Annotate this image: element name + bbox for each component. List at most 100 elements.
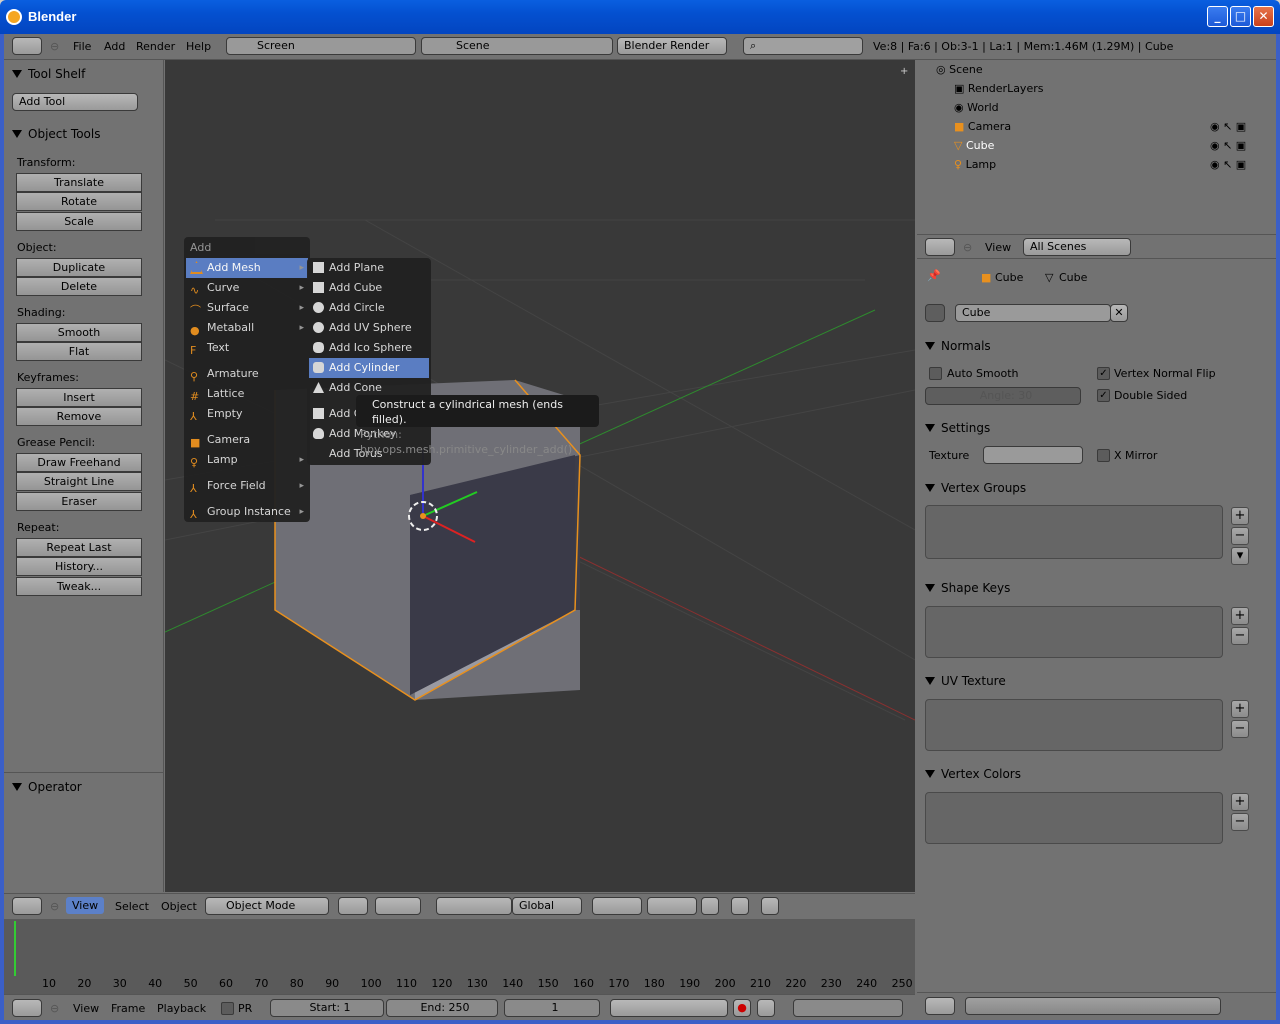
minimize-button[interactable]: _ (1207, 6, 1228, 27)
remove-vertex-group-button[interactable]: − (1231, 527, 1249, 545)
timeline-menu-view[interactable]: View (73, 1002, 99, 1015)
editor-type-outliner-icon[interactable] (925, 238, 955, 256)
menu-item-surface[interactable]: ⌒ Surface ▸ (186, 298, 308, 318)
view3d-menu-select[interactable]: Select (115, 900, 149, 913)
screen-selector[interactable]: Screen (226, 37, 416, 55)
submenu-add-plane[interactable]: Add Plane (309, 258, 429, 278)
search-input[interactable]: ⌕ (743, 37, 863, 55)
scale-button[interactable]: Scale (16, 212, 142, 231)
translate-button[interactable]: Translate (16, 173, 142, 192)
playback-controls[interactable] (610, 999, 728, 1017)
pivot-select-icon[interactable] (375, 897, 421, 915)
draw-freehand-button[interactable]: Draw Freehand (16, 453, 142, 472)
shape-keys-header[interactable]: Shape Keys (925, 581, 1010, 595)
outliner-row-renderlayers[interactable]: ▣ RenderLayers (920, 79, 1274, 98)
submenu-add-uv-sphere[interactable]: Add UV Sphere (309, 318, 429, 338)
add-tool-select[interactable]: Add Tool (12, 93, 138, 111)
submenu-add-ico-sphere[interactable]: Add Ico Sphere (309, 338, 429, 358)
menu-item-curve[interactable]: ∿ Curve ▸ (186, 278, 308, 298)
submenu-add-cylinder[interactable]: Add Cylinder (309, 358, 429, 378)
end-frame-field[interactable]: End: 250 (386, 999, 498, 1017)
add-vertex-group-button[interactable]: + (1231, 507, 1249, 525)
remove-shape-key-button[interactable]: − (1231, 627, 1249, 645)
flat-button[interactable]: Flat (16, 342, 142, 361)
menu-render[interactable]: Render (136, 40, 175, 53)
outliner-filter-select[interactable]: All Scenes (1023, 238, 1131, 256)
orientation-select[interactable]: Global (512, 897, 582, 915)
mesh-name-field[interactable]: Cube (955, 304, 1111, 322)
mode-select[interactable]: Object Mode (205, 897, 329, 915)
menu-add[interactable]: Add (104, 40, 125, 53)
timeline-menu-playback[interactable]: Playback (157, 1002, 206, 1015)
eraser-button[interactable]: Eraser (16, 492, 142, 511)
editor-type-properties-icon[interactable] (925, 997, 955, 1015)
submenu-add-circle[interactable]: Add Circle (309, 298, 429, 318)
insert-keyframe-button[interactable]: Insert (16, 388, 142, 407)
outliner-row-lamp[interactable]: ♀ Lamp ◉ ↖ ▣ (920, 155, 1274, 174)
delete-button[interactable]: Delete (16, 277, 142, 296)
remove-vertex-color-button[interactable]: − (1231, 813, 1249, 831)
timeline[interactable]: 10 20 30 40 50 60 70 80 90 100 110 120 130 140 150 160 1… (4, 919, 915, 994)
angle-field[interactable]: Angle: 30 (925, 387, 1081, 405)
keying-set-field[interactable] (793, 999, 903, 1017)
layers-grid-1[interactable] (592, 897, 642, 915)
outliner-row-cube[interactable]: ▽ Cube ◉ ↖ ▣ (920, 136, 1274, 155)
current-frame-field[interactable]: 1 (504, 999, 600, 1017)
layers-grid-2[interactable] (647, 897, 697, 915)
rotate-button[interactable]: Rotate (16, 192, 142, 211)
double-sided-checkbox[interactable]: ✓ (1097, 389, 1110, 402)
snap-icon[interactable] (731, 897, 749, 915)
collapse-icon[interactable]: ⊖ (50, 40, 59, 53)
uv-texture-list[interactable] (925, 699, 1223, 751)
vertex-group-menu-button[interactable]: ▾ (1231, 547, 1249, 565)
operator-header[interactable]: Operator (12, 780, 82, 794)
history-button[interactable]: History... (16, 557, 142, 576)
menu-item-add-mesh[interactable]: Add Mesh ▸ (186, 258, 308, 278)
menu-item-force-field[interactable]: ⅄ Force Field ▸ (186, 476, 308, 496)
texture-field[interactable] (983, 446, 1083, 464)
manipulator-icons[interactable] (436, 897, 512, 915)
properties-context-tabs[interactable] (965, 997, 1221, 1015)
editor-type-timeline-icon[interactable] (12, 999, 42, 1017)
menu-item-empty[interactable]: ⅄ Empty (186, 404, 308, 424)
vertex-groups-list[interactable] (925, 505, 1223, 559)
lock-layers-icon[interactable] (701, 897, 719, 915)
keying-icon[interactable] (757, 999, 775, 1017)
remove-keyframe-button[interactable]: Remove (16, 407, 142, 426)
record-icon[interactable]: ● (733, 999, 751, 1017)
outliner-row-camera[interactable]: ■ Camera ◉ ↖ ▣ (920, 117, 1274, 136)
timeline-menu-frame[interactable]: Frame (111, 1002, 145, 1015)
add-shape-key-button[interactable]: + (1231, 607, 1249, 625)
add-vertex-color-button[interactable]: + (1231, 793, 1249, 811)
visibility-eye-icon[interactable]: ◉ ↖ ▣ (1210, 155, 1246, 174)
start-frame-field[interactable]: Start: 1 (270, 999, 384, 1017)
visibility-eye-icon[interactable]: ◉ ↖ ▣ (1210, 117, 1246, 136)
scene-selector[interactable]: Scene (421, 37, 613, 55)
menu-item-group-instance[interactable]: ⅄ Group Instance ▸ (186, 502, 308, 522)
collapse-icon[interactable]: ⊖ (963, 241, 972, 254)
collapse-icon[interactable]: ⊖ (50, 1002, 59, 1015)
viewport-plus-icon[interactable]: + (900, 66, 908, 77)
render-engine-select[interactable]: Blender Render (617, 37, 727, 55)
view3d-menu-object[interactable]: Object (161, 900, 197, 913)
vertex-groups-header[interactable]: Vertex Groups (925, 481, 1026, 495)
menu-item-text[interactable]: F Text (186, 338, 308, 358)
outliner-menu-view[interactable]: View (985, 241, 1011, 254)
duplicate-button[interactable]: Duplicate (16, 258, 142, 277)
remove-uv-texture-button[interactable]: − (1231, 720, 1249, 738)
submenu-add-cube[interactable]: Add Cube (309, 278, 429, 298)
collapse-icon[interactable]: ⊖ (50, 900, 59, 913)
normals-header[interactable]: Normals (925, 339, 991, 353)
preview-range-checkbox[interactable] (221, 1002, 234, 1015)
object-tools-header[interactable]: Object Tools (12, 127, 100, 141)
menu-item-metaball[interactable]: ● Metaball ▸ (186, 318, 308, 338)
current-frame-line[interactable] (14, 921, 16, 976)
outliner-row-scene[interactable]: ◎ Scene (920, 60, 1274, 79)
straight-line-button[interactable]: Straight Line (16, 472, 142, 491)
vertex-colors-header[interactable]: Vertex Colors (925, 767, 1021, 781)
menu-item-lattice[interactable]: # Lattice (186, 384, 308, 404)
menu-help[interactable]: Help (186, 40, 211, 53)
settings-header[interactable]: Settings (925, 421, 990, 435)
x-mirror-checkbox[interactable] (1097, 449, 1110, 462)
menu-item-lamp[interactable]: ♀ Lamp ▸ (186, 450, 308, 470)
